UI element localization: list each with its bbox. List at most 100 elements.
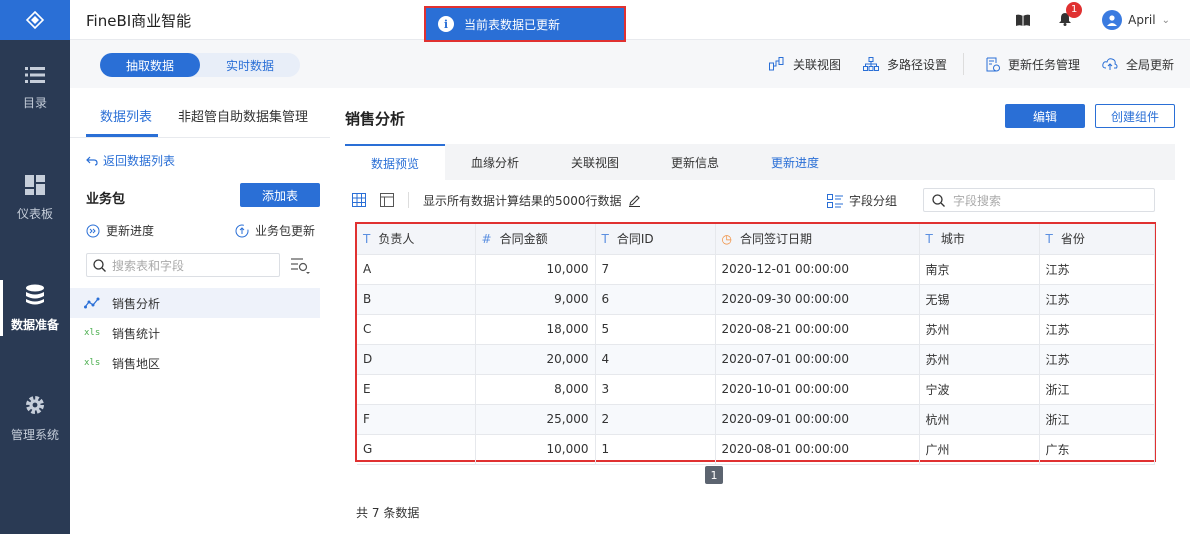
tab-data-preview[interactable]: 数据预览 <box>345 144 445 180</box>
multi-path-button[interactable]: 多路径设置 <box>862 56 947 73</box>
notification-button[interactable]: 1 <box>1058 1 1083 29</box>
table-cell[interactable]: 18,000 <box>475 314 596 345</box>
table-cell[interactable]: 无锡 <box>919 284 1040 315</box>
page-button[interactable]: 1 <box>705 466 723 484</box>
table-cell[interactable]: 9,000 <box>475 284 596 315</box>
table-cell[interactable]: 4 <box>595 344 716 375</box>
table-cell[interactable]: 南京 <box>919 254 1040 285</box>
back-to-list-link[interactable]: 返回数据列表 <box>86 152 175 169</box>
table-cell[interactable]: 宁波 <box>919 374 1040 405</box>
table-cell[interactable]: 江苏 <box>1039 254 1155 285</box>
book-icon[interactable] <box>1016 14 1031 26</box>
relation-view-button[interactable]: 关联视图 <box>768 56 841 73</box>
table-cell[interactable]: 3 <box>595 374 716 405</box>
user-name[interactable]: April <box>1128 13 1155 27</box>
update-task-button[interactable]: 更新任务管理 <box>986 56 1080 73</box>
global-update-button[interactable]: 全局更新 <box>1102 56 1174 73</box>
tab-lineage[interactable]: 血缘分析 <box>445 144 545 180</box>
table-cell[interactable]: 江苏 <box>1039 344 1155 375</box>
table-cell[interactable]: 2020-09-01 00:00:00 <box>715 404 920 435</box>
column-header[interactable]: T 负责人 <box>357 224 476 255</box>
table-cell[interactable]: C <box>357 314 476 345</box>
pencil-icon[interactable] <box>628 194 641 207</box>
nav-item-data-prep[interactable]: 数据准备 <box>0 268 70 348</box>
grid-view-icon[interactable] <box>352 193 366 207</box>
table-cell[interactable]: E <box>357 374 476 405</box>
table-cell[interactable]: G <box>357 434 476 465</box>
table-cell[interactable]: A <box>357 254 476 285</box>
table-item-sales-analysis[interactable]: 销售分析 <box>70 288 320 318</box>
table-cell[interactable]: 2020-08-21 00:00:00 <box>715 314 920 345</box>
text-type-icon: T <box>601 232 609 247</box>
table-cell[interactable]: 1 <box>595 434 716 465</box>
table-cell[interactable]: 2 <box>595 404 716 435</box>
nav-item-catalog[interactable]: 目录 <box>0 48 70 128</box>
nav-item-dashboard[interactable]: 仪表板 <box>0 158 70 238</box>
left-nav: 目录 仪表板 数据准备 管理系统 <box>0 0 70 534</box>
edit-button[interactable]: 编辑 <box>1005 104 1085 128</box>
table-cell[interactable]: 苏州 <box>919 344 1040 375</box>
search-icon <box>93 258 106 272</box>
table-cell[interactable]: 浙江 <box>1039 374 1155 405</box>
table-cell[interactable]: 20,000 <box>475 344 596 375</box>
create-component-button[interactable]: 创建组件 <box>1095 104 1175 128</box>
table-cell[interactable]: B <box>357 284 476 315</box>
table-cell[interactable]: 5 <box>595 314 716 345</box>
table-cell[interactable]: 2020-09-30 00:00:00 <box>715 284 920 315</box>
app-title: FineBI商业智能 <box>86 12 192 30</box>
tab-update-progress[interactable]: 更新进度 <box>745 144 845 180</box>
column-header[interactable]: T 合同ID <box>595 224 716 255</box>
field-search-input[interactable]: 字段搜索 <box>923 188 1155 212</box>
logo[interactable] <box>0 0 70 40</box>
table-cell[interactable]: 2020-08-01 00:00:00 <box>715 434 920 465</box>
table-cell[interactable]: 苏州 <box>919 314 1040 345</box>
column-header[interactable]: T 城市 <box>919 224 1040 255</box>
package-update-link[interactable]: 业务包更新 <box>235 222 315 239</box>
column-header[interactable]: # 合同金额 <box>475 224 596 255</box>
tab-data-list[interactable]: 数据列表 <box>100 106 152 125</box>
extract-data-toggle[interactable]: 抽取数据 <box>100 53 200 77</box>
number-type-icon: # <box>481 232 492 247</box>
realtime-data-toggle[interactable]: 实时数据 <box>200 53 300 77</box>
table-cell[interactable]: 江苏 <box>1039 314 1155 345</box>
table-cell[interactable]: 广东 <box>1039 434 1155 465</box>
filter-settings-icon[interactable] <box>290 256 310 274</box>
nav-item-admin[interactable]: 管理系统 <box>0 378 70 458</box>
relation-icon <box>768 57 784 71</box>
table-cell[interactable]: 杭州 <box>919 404 1040 435</box>
table-cell[interactable]: 2020-07-01 00:00:00 <box>715 344 920 375</box>
field-group-button[interactable]: 字段分组 <box>827 192 897 209</box>
table-item-sales-stats[interactable]: xls 销售统计 <box>70 318 320 348</box>
table-item-sales-region[interactable]: xls 销售地区 <box>70 348 320 378</box>
table-cell[interactable]: D <box>357 344 476 375</box>
add-table-button[interactable]: 添加表 <box>240 183 320 207</box>
tab-relation-view[interactable]: 关联视图 <box>545 144 645 180</box>
table-row: A 10,000 7 2020-12-01 00:00:00 南京 江苏 <box>357 254 1155 285</box>
column-header[interactable]: ◷ 合同签订日期 <box>715 224 920 255</box>
column-header[interactable]: T 省份 <box>1039 224 1155 255</box>
text-type-icon: T <box>1045 232 1053 247</box>
table-cell[interactable]: 10,000 <box>475 254 596 285</box>
chevron-down-icon[interactable]: ⌄ <box>1162 15 1170 26</box>
table-cell[interactable]: 7 <box>595 254 716 285</box>
table-cell[interactable]: 浙江 <box>1039 404 1155 435</box>
table-search-input[interactable]: 搜索表和字段 <box>86 253 280 277</box>
table-cell[interactable]: 25,000 <box>475 404 596 435</box>
tab-update-info[interactable]: 更新信息 <box>645 144 745 180</box>
table-cell[interactable]: 广州 <box>919 434 1040 465</box>
table-cell[interactable]: 江苏 <box>1039 284 1155 315</box>
update-progress-link[interactable]: 更新进度 <box>86 222 154 239</box>
search-icon <box>932 193 945 207</box>
detail-tabs: 数据预览 血缘分析 关联视图 更新信息 更新进度 <box>345 144 1175 180</box>
table-cell[interactable]: 2020-12-01 00:00:00 <box>715 254 920 285</box>
table-cell[interactable]: 8,000 <box>475 374 596 405</box>
avatar[interactable] <box>1102 10 1123 30</box>
mode-switch: 抽取数据 实时数据 <box>100 53 300 77</box>
field-view-icon[interactable] <box>380 193 394 207</box>
table-cell[interactable]: 10,000 <box>475 434 596 465</box>
table-cell[interactable]: 2020-10-01 00:00:00 <box>715 374 920 405</box>
table-cell[interactable]: 6 <box>595 284 716 315</box>
tab-self-service-dataset[interactable]: 非超管自助数据集管理 <box>178 106 308 125</box>
table-cell[interactable]: F <box>357 404 476 435</box>
update-progress-label: 更新进度 <box>106 224 155 238</box>
